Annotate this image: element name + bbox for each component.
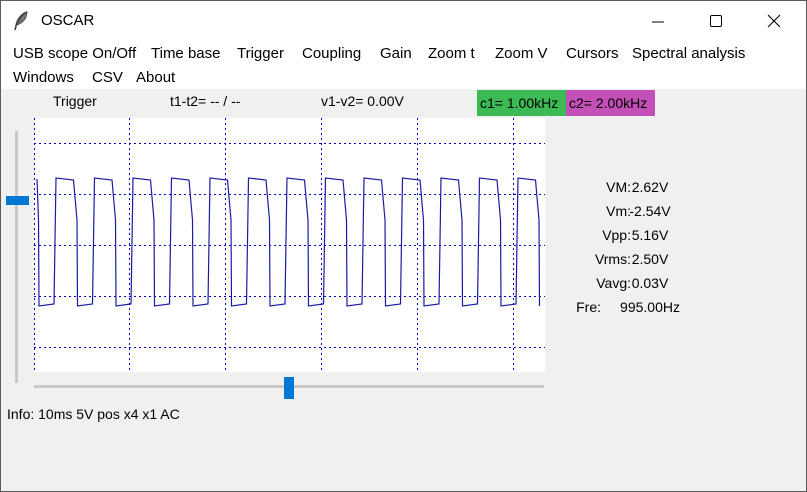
measurement-label-vmax: VM: [606, 179, 631, 195]
measurement-value-vavg: 0.03V [631, 275, 669, 291]
measurement-value-frequency: 995.00Hz [620, 299, 680, 315]
close-icon [767, 14, 781, 28]
vertical-position-slider-thumb[interactable] [6, 196, 29, 205]
measurement-label-vmin: Vm: [606, 203, 631, 219]
menu-cursors[interactable]: Cursors [566, 45, 619, 62]
measurement-label-frequency: Fre: [576, 299, 601, 315]
minimize-button[interactable] [629, 1, 687, 41]
close-button[interactable] [745, 1, 803, 41]
maximize-button[interactable] [687, 1, 745, 41]
time-delta-readout: t1-t2= -- / -- [170, 93, 241, 109]
menu-trigger[interactable]: Trigger [237, 45, 284, 62]
vertical-position-slider-track[interactable] [15, 131, 18, 383]
measurement-value-vrms: 2.50V [631, 251, 669, 267]
measurement-value-vmin: -2.54V [629, 203, 671, 219]
measurement-label-vrms: Vrms: [594, 251, 631, 267]
minimize-icon [652, 21, 664, 23]
menu-bar: USB scope On/Off Time base Trigger Coupl… [1, 41, 806, 89]
menu-spectral-analysis[interactable]: Spectral analysis [632, 45, 745, 62]
menu-gain[interactable]: Gain [380, 45, 412, 62]
cursor1-frequency-badge: c1= 1.00kHz [477, 90, 566, 116]
measurement-value-vpp: 5.16V [631, 227, 669, 243]
cursor2-frequency-badge: c2= 2.00kHz [566, 90, 655, 116]
title-bar: OSCAR [1, 1, 806, 41]
app-window: OSCAR USB scope On/Off Time base Trigger… [0, 0, 807, 492]
measurement-value-vmax: 2.62V [631, 179, 669, 195]
horizontal-position-slider-thumb[interactable] [284, 377, 294, 399]
feather-icon [14, 11, 28, 31]
trigger-status: Trigger [53, 93, 97, 109]
menu-zoom-t[interactable]: Zoom t [428, 45, 475, 62]
measurement-label-vavg: Vavg: [596, 275, 631, 291]
menu-csv[interactable]: CSV [92, 69, 123, 86]
measurement-label-vpp: Vpp: [602, 227, 631, 243]
menu-windows[interactable]: Windows [13, 69, 74, 86]
menu-usb-scope[interactable]: USB scope On/Off [13, 45, 136, 62]
maximize-icon [710, 15, 722, 27]
menu-about[interactable]: About [136, 69, 175, 86]
menu-time-base[interactable]: Time base [151, 45, 220, 62]
menu-coupling[interactable]: Coupling [302, 45, 361, 62]
scope-display[interactable] [34, 118, 545, 372]
menu-zoom-v[interactable]: Zoom V [495, 45, 548, 62]
info-line: Info: 10ms 5V pos x4 x1 AC [7, 406, 180, 422]
volt-delta-readout: v1-v2= 0.00V [321, 93, 404, 109]
window-title: OSCAR [41, 12, 95, 29]
